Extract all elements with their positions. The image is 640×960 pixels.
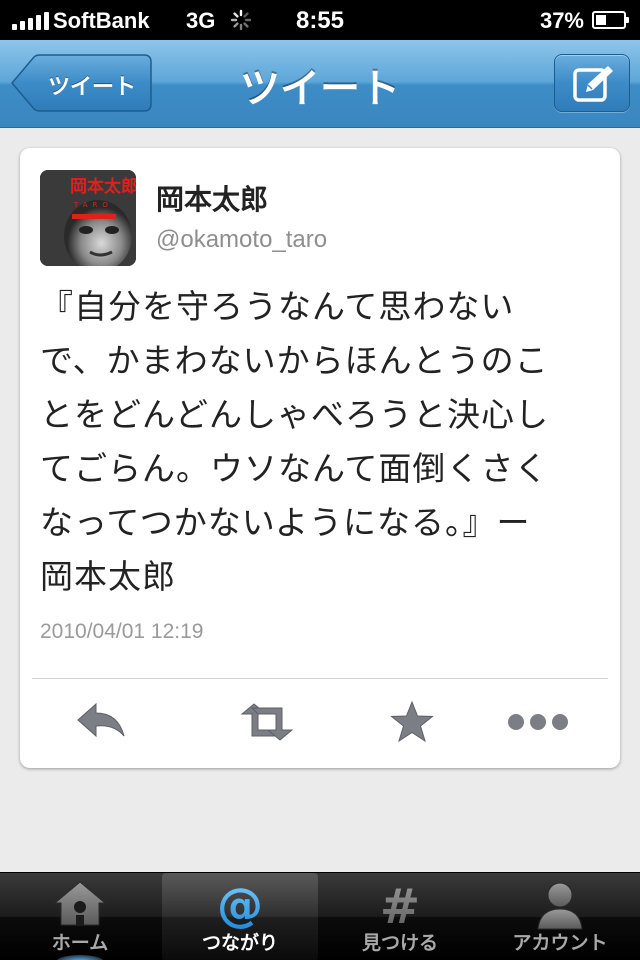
account-icon [537, 882, 583, 930]
svg-text:@: @ [217, 879, 263, 932]
display-name[interactable]: 岡本太郎 [156, 178, 268, 218]
divider [32, 678, 608, 679]
tweet-text-line: で、かまわないからほんとうのこ [40, 341, 549, 380]
tweet-text-line: なってつかないようになる。』ー [40, 503, 531, 542]
tab-label: ホーム [51, 932, 109, 954]
tab-label: 見つける [361, 932, 438, 954]
home-icon [53, 881, 107, 926]
user-handle[interactable]: @okamoto_taro [156, 226, 327, 254]
compose-icon [573, 66, 613, 102]
tab-account[interactable]: アカウント [480, 873, 640, 960]
page-title: ツイート [240, 66, 400, 112]
avatar-image: 岡本太郎 TARO [40, 170, 136, 266]
avatar-title-text: 岡本太郎 [70, 176, 136, 197]
battery-level-fill [596, 15, 606, 25]
favorite-button[interactable] [382, 700, 442, 748]
avatar[interactable]: 岡本太郎 TARO [40, 170, 136, 266]
unread-indicator [56, 955, 104, 960]
reply-icon [77, 702, 125, 738]
svg-text:TARO: TARO [73, 201, 113, 209]
tab-label: つながり [201, 932, 278, 954]
navigation-bar: ツイート ツイート [0, 40, 640, 128]
tab-discover[interactable]: # 見つける [320, 873, 480, 960]
tweet-text-line: 『自分を守ろうなんて思わない [40, 287, 515, 326]
hash-icon: # [380, 879, 420, 933]
tweet-actions [20, 700, 620, 750]
status-bar: SoftBank 3G 8:55 37% [0, 0, 640, 40]
tweet-timestamp: 2010/04/01 12:19 [40, 620, 204, 643]
at-icon: @ [217, 879, 263, 932]
battery-percentage: 37% [539, 8, 584, 33]
compose-button[interactable] [554, 54, 630, 112]
tab-bar: ホーム @ つながり # 見つける アカウント [0, 872, 640, 960]
star-icon [390, 700, 434, 743]
battery-icon [592, 11, 629, 29]
more-icon [508, 714, 568, 730]
retweet-button[interactable] [236, 700, 296, 748]
tab-label: アカウント [512, 932, 608, 954]
tweet-text: 『自分を守ろうなんて思わない で、かまわないからほんとうのこ とをどんどんしゃべ… [40, 280, 610, 604]
reply-button[interactable] [72, 700, 132, 748]
retweet-icon [240, 703, 294, 741]
tab-connect[interactable]: @ つながり [162, 873, 318, 960]
tab-home[interactable]: ホーム [0, 873, 160, 960]
tweet-text-line: とをどんどんしゃべろうと決心し [40, 395, 550, 434]
tweet-text-line: 岡本太郎 [40, 557, 176, 596]
tweet-card: 岡本太郎 TARO 岡本太郎 @okamoto_taro 『自分を守ろうなんて思… [20, 148, 620, 768]
more-button[interactable] [506, 700, 568, 748]
svg-text:#: # [380, 879, 420, 933]
tweet-text-line: てごらん。ウソなんて面倒くさく [40, 449, 549, 488]
